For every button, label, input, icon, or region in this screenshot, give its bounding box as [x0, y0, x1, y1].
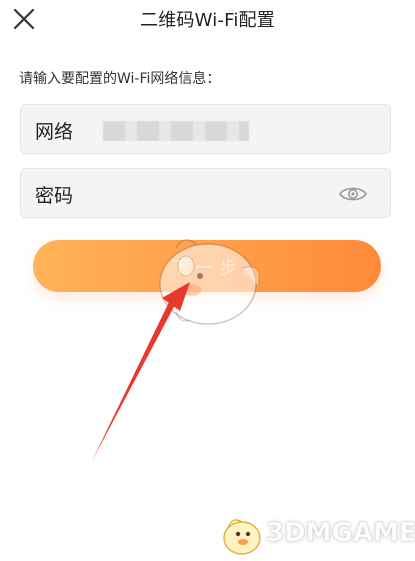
watermark: 3DMGAME — [218, 512, 415, 558]
password-label: 密码 — [35, 185, 74, 207]
watermark-text: 3DMGAME — [266, 518, 415, 549]
network-label: 网络 — [35, 121, 74, 143]
password-field[interactable]: 密码 — [20, 168, 391, 218]
header-bar: 二维码Wi-Fi配置 — [0, 0, 415, 44]
network-name-value-redacted — [103, 121, 249, 141]
eye-icon — [339, 187, 367, 201]
show-password-toggle[interactable] — [338, 183, 368, 205]
form-prompt: 请输入要配置的Wi-Fi网络信息： — [19, 71, 221, 87]
next-step-button[interactable]: 下一步 — [33, 240, 381, 292]
page-title: 二维码Wi-Fi配置 — [140, 10, 275, 31]
network-name-field[interactable]: 网络 — [20, 104, 391, 154]
watermark-mascot-icon — [223, 519, 261, 555]
next-step-label: 下一步 — [171, 258, 243, 279]
